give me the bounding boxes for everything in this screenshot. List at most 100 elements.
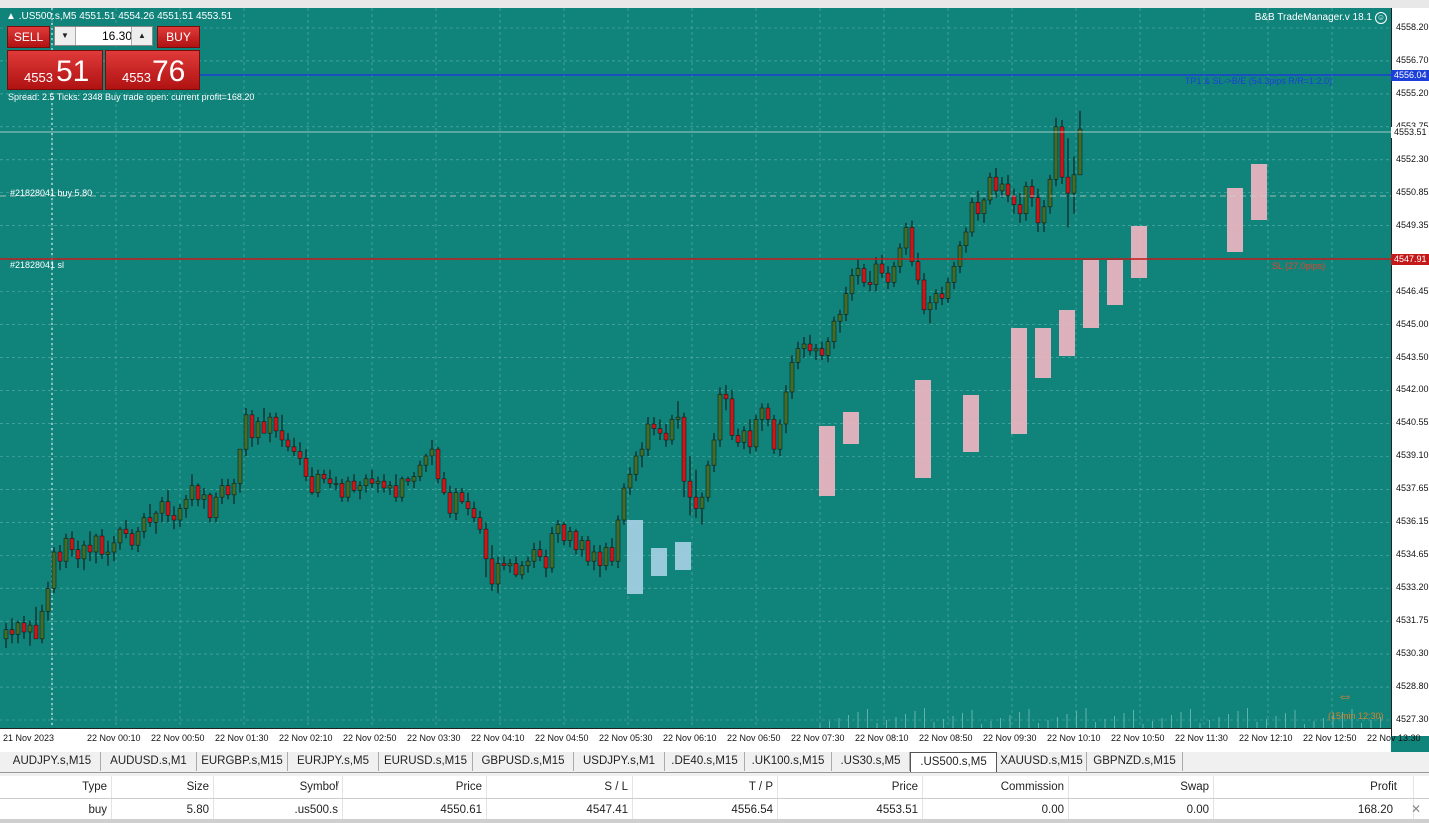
pattern-highlight-box	[819, 426, 835, 496]
price-tick-label: 4552.30	[1396, 153, 1429, 164]
candle-body	[429, 448, 435, 457]
candle-body	[939, 293, 945, 299]
candle-body	[153, 512, 159, 523]
candle-body	[15, 622, 21, 635]
chart-tab[interactable]: EURJPY.s,M5	[288, 752, 379, 771]
chart-tab[interactable]: AUDJPY.s,M15	[4, 752, 101, 771]
expert-advisor-label[interactable]: B&B TradeManager.v 18.1 ☺	[1255, 12, 1387, 24]
candle-body	[387, 485, 393, 489]
sell-price-button[interactable]: 4553 51	[7, 50, 103, 90]
chart-tab[interactable]: EURUSD.s,M15	[379, 752, 473, 771]
chart-tab[interactable]: .UK100.s,M15	[745, 752, 832, 771]
candle-body	[837, 314, 843, 322]
chart-tab[interactable]: .US500.s,M5	[910, 752, 997, 772]
column-header[interactable]: Commission	[923, 776, 1069, 798]
candle-body	[921, 279, 927, 310]
candle-body	[273, 416, 279, 432]
column-header[interactable]: Price	[778, 776, 923, 798]
lot-decrease-button[interactable]: ▼	[55, 27, 76, 45]
column-header[interactable]: Type	[0, 776, 112, 798]
chart-tab[interactable]: .US30.s,M5	[832, 752, 910, 771]
candle-body	[111, 542, 117, 553]
candle-body	[141, 517, 147, 532]
candle-body	[483, 528, 489, 560]
candle-body	[861, 268, 867, 283]
take-profit-text: TP1 & SL->B/E (54.3pips R/R=1:2.0)	[1185, 76, 1333, 86]
candle-body	[393, 485, 399, 498]
sort-indicator-icon: /	[335, 781, 339, 793]
sell-button[interactable]: SELL	[7, 26, 50, 48]
time-tick-label: 21 Nov 2023	[3, 733, 55, 743]
time-tick-label: 22 Nov 03:30	[407, 733, 461, 743]
candle-body	[435, 448, 441, 480]
table-cell: 4550.61	[343, 799, 487, 821]
candle-body	[279, 430, 285, 441]
time-tick-label: 22 Nov 00:10	[87, 733, 141, 743]
candle-body	[333, 483, 339, 485]
candle-body	[759, 407, 765, 420]
time-tick-label: 22 Nov 06:50	[727, 733, 781, 743]
buy-button[interactable]: BUY	[157, 26, 200, 48]
candle-body	[627, 474, 633, 489]
lot-size-stepper[interactable]: ▼ ▲	[54, 26, 153, 46]
column-header[interactable]: T / P	[633, 776, 778, 798]
price-axis[interactable]: 4558.20 4556.70 4555.20 4553.75 4552.30 4550.…	[1391, 8, 1429, 736]
buy-price-button[interactable]: 4553 76	[105, 50, 200, 90]
candle-body	[165, 501, 171, 516]
candle-body	[993, 176, 999, 192]
candle-body	[1023, 186, 1029, 214]
candle-body	[135, 531, 141, 546]
buy-price-pips: 76	[152, 55, 186, 88]
price-tick-label: 4531.75	[1396, 615, 1429, 626]
lot-increase-button[interactable]: ▲	[131, 27, 152, 45]
tp-price-tag: 4556.04	[1391, 70, 1429, 81]
column-header[interactable]: Size	[112, 776, 214, 798]
candle-body	[885, 272, 891, 283]
candle-body	[321, 474, 327, 480]
chart-plot-area[interactable]	[0, 8, 1391, 728]
chart-tab[interactable]: EURGBP.s,M15	[197, 752, 288, 771]
candle-body	[597, 551, 603, 566]
table-cell: buy	[0, 799, 112, 821]
time-tick-label: 22 Nov 00:50	[151, 733, 205, 743]
time-tick-label: 22 Nov 12:10	[1239, 733, 1293, 743]
chart-tab[interactable]: USDJPY.s,M1	[574, 752, 665, 771]
candle-body	[819, 348, 825, 356]
price-tick-label: 4527.30	[1396, 714, 1429, 724]
price-tick-label: 4533.20	[1396, 582, 1429, 593]
chart-tab[interactable]: XAUUSD.s,M15	[997, 752, 1087, 771]
candle-body	[909, 227, 915, 262]
candle-body	[27, 624, 33, 633]
price-chart[interactable]: ▲ .US500.s,M5 4551.51 4554.26 4551.51 45…	[0, 8, 1429, 753]
column-header[interactable]: Profit	[1214, 776, 1414, 798]
column-header[interactable]: S / L	[487, 776, 633, 798]
candle-body	[567, 531, 573, 541]
candle-body	[975, 202, 981, 214]
column-header[interactable]: Swap	[1069, 776, 1214, 798]
table-cell: 0.00	[923, 799, 1069, 821]
lot-size-input[interactable]	[76, 28, 134, 44]
price-tick-label: 4540.55	[1396, 417, 1429, 428]
candle-body	[1065, 176, 1071, 194]
chart-tab[interactable]: AUDUSD.s,M1	[101, 752, 197, 771]
candle-body	[1005, 183, 1011, 196]
candle-body	[561, 524, 567, 541]
column-header[interactable]: Price	[343, 776, 487, 798]
candle-body	[285, 439, 291, 448]
candle-body	[579, 540, 585, 550]
candle-body	[555, 524, 561, 534]
close-icon[interactable]: ✕	[1411, 802, 1421, 816]
time-axis[interactable]: 21 Nov 2023 22 Nov 00:10 22 Nov 00:50 22 No…	[0, 728, 1421, 753]
chart-tab[interactable]: GBPUSD.s,M15	[473, 752, 574, 771]
price-tick-label: 4549.35	[1396, 219, 1429, 230]
bottom-bar	[0, 819, 1429, 823]
time-tick-label: 22 Nov 01:30	[215, 733, 269, 743]
chart-tab[interactable]: .DE40.s,M15	[665, 752, 745, 771]
chart-tab[interactable]: GBPNZD.s,M15	[1087, 752, 1183, 771]
price-tick-label: 4545.00	[1396, 318, 1429, 329]
table-cell: 5.80	[112, 799, 214, 821]
time-tick-label: 22 Nov 09:30	[983, 733, 1037, 743]
order-buy-label[interactable]: #21828041 buy 5.80	[10, 188, 92, 198]
candle-body	[783, 391, 789, 425]
order-sl-label[interactable]: #21828041 sl	[10, 260, 64, 270]
